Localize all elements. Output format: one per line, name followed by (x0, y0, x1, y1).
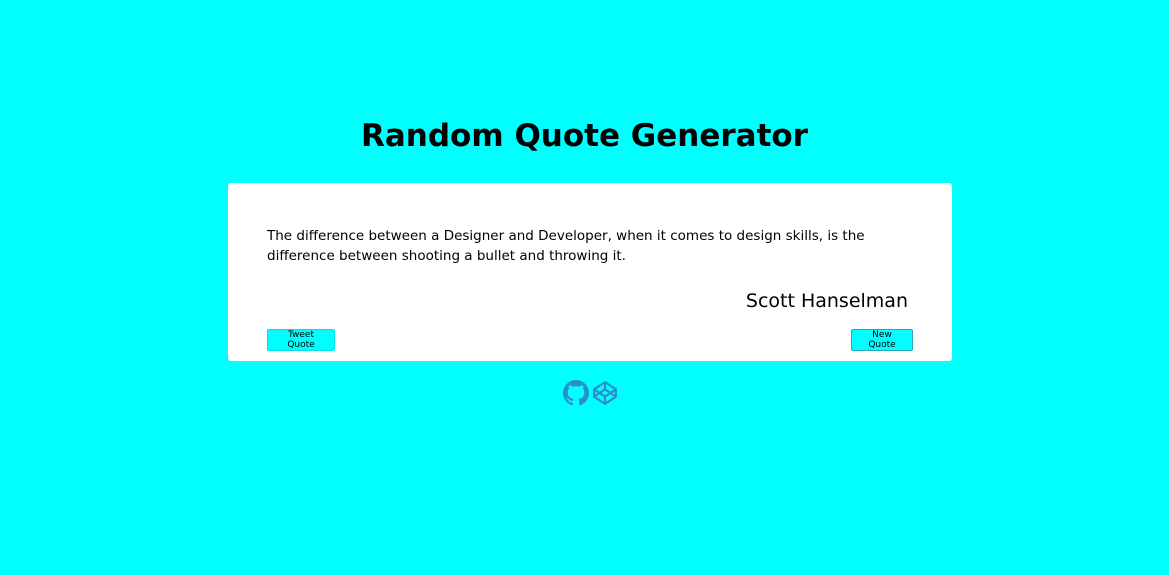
page-title: Random Quote Generator (361, 118, 808, 154)
github-icon (563, 380, 589, 406)
quote-text: The difference between a Designer and De… (267, 228, 865, 264)
social-links (563, 379, 618, 407)
tweet-quote-button[interactable]: Tweet Quote (267, 329, 335, 351)
github-link[interactable] (563, 379, 589, 407)
codepen-icon (593, 381, 617, 405)
new-quote-button[interactable]: New Quote (851, 329, 913, 351)
quote-author: Scott Hanselman (745, 290, 908, 312)
page: Random Quote Generator The difference be… (0, 0, 1169, 575)
codepen-link[interactable] (592, 379, 618, 407)
quote-card: The difference between a Designer and De… (228, 183, 952, 361)
